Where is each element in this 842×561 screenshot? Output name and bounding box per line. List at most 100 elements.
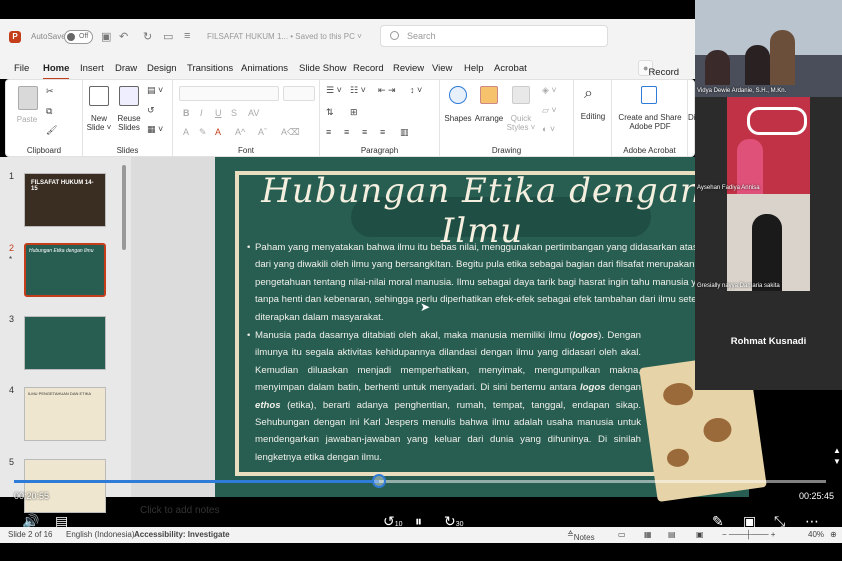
shape-fill-icon[interactable]: ◈ ˅	[542, 85, 557, 96]
cut-icon[interactable]: ✂	[46, 86, 54, 97]
reset-icon[interactable]: ↺	[147, 105, 155, 116]
start-presentation-icon[interactable]: ▭	[163, 30, 173, 43]
layout-icon[interactable]: ▤ ˅	[147, 85, 163, 96]
bold-icon[interactable]: B	[183, 108, 190, 118]
participant-name-1: Vidya Dewie Ardanie, S.H., M.Kn.	[697, 88, 787, 94]
document-title[interactable]: FILSAFAT HUKUM 1... • Saved to this PC ˅	[207, 32, 362, 41]
tab-file[interactable]: File	[14, 63, 29, 74]
tab-help[interactable]: Help	[464, 63, 484, 74]
zoom-level[interactable]: 40%	[808, 530, 824, 539]
participant-video-1[interactable]: Vidya Dewie Ardanie, S.H., M.Kn.	[695, 0, 842, 97]
align-left-icon[interactable]: ≡	[326, 127, 331, 137]
tab-acrobat[interactable]: Acrobat	[494, 63, 527, 74]
slide-bullet-1[interactable]: Paham yang menyatakan bahwa ilmu itu beb…	[247, 239, 733, 326]
animation-star-icon: *	[9, 255, 13, 264]
create-pdf-icon[interactable]	[641, 86, 657, 104]
tab-animations[interactable]: Animations	[241, 63, 288, 74]
find-icon[interactable]: ⌕	[584, 85, 593, 103]
text-direction-icon[interactable]: ⇅	[326, 107, 334, 118]
redo-icon[interactable]: ↻	[143, 30, 152, 43]
bullets-icon[interactable]: ☰ ˅	[326, 85, 342, 96]
editing-button[interactable]: Editing	[574, 112, 612, 121]
video-progress-fill	[14, 480, 380, 483]
zoom-slider[interactable]: − ───┼─── +	[722, 530, 775, 539]
justify-icon[interactable]: ≡	[380, 127, 385, 137]
notes-toggle[interactable]: ≙ Notes	[567, 530, 595, 542]
slide-thumbnail-2[interactable]: Hubungan Etika dengan Ilmu	[24, 243, 106, 297]
slide-thumbnail-4[interactable]: ILMU PENGETAHUAN DAN ETIKA	[24, 387, 106, 441]
save-icon[interactable]: ▣	[101, 30, 111, 43]
clear-format-icon[interactable]: A⌫	[281, 127, 300, 138]
section-icon[interactable]: ▦ ˅	[147, 124, 163, 135]
record-button[interactable]: ● Record	[638, 60, 679, 78]
reuse-slides-icon[interactable]	[119, 86, 139, 106]
ribbon: Paste ✂ ⧉ 🖌 Clipboard New Slide ˅ Reuse …	[5, 79, 696, 158]
font-color-icon[interactable]: A	[215, 127, 221, 137]
increase-font-icon[interactable]: A^	[235, 127, 245, 137]
underline-icon[interactable]: U	[215, 108, 222, 118]
strikethrough-icon[interactable]: S	[231, 108, 237, 118]
new-slide-button[interactable]: New Slide ˅	[83, 114, 115, 132]
create-share-pdf-button[interactable]: Create and Share Adobe PDF	[612, 113, 688, 131]
slideshow-view-icon[interactable]: ▣	[696, 530, 704, 539]
line-spacing-icon[interactable]: ↕ ˅	[410, 85, 422, 95]
slide-thumbnail-3[interactable]	[24, 316, 106, 370]
paste-icon[interactable]	[18, 86, 38, 110]
customize-quick-access-icon[interactable]: ≡	[184, 30, 190, 42]
italic-icon[interactable]: I	[200, 108, 203, 118]
accessibility-status[interactable]: Accessibility: Investigate	[134, 530, 230, 539]
shape-effects-icon[interactable]: ◐ ˅	[542, 124, 555, 134]
columns-icon[interactable]: ▥	[400, 127, 409, 138]
autosave-toggle[interactable]: Off	[64, 30, 93, 44]
arrange-icon[interactable]	[480, 86, 498, 104]
tab-draw[interactable]: Draw	[115, 63, 137, 74]
participant-video-3[interactable]	[727, 194, 810, 291]
reuse-slides-button[interactable]: Reuse Slides	[113, 114, 145, 132]
spacing-icon[interactable]: AV	[248, 108, 259, 118]
slide-thumbnail-1[interactable]: FILSAFAT HUKUM 14-15	[24, 173, 106, 227]
undo-icon[interactable]: ↶	[119, 30, 128, 43]
thumbnail-scrollbar[interactable]	[122, 165, 126, 250]
slide-bullet-2[interactable]: Manusia pada dasarnya ditabiati oleh aka…	[247, 327, 641, 466]
arrange-button[interactable]: Arrange	[472, 114, 506, 123]
tab-record[interactable]: Record	[353, 63, 384, 74]
copy-icon[interactable]: ⧉	[46, 106, 52, 117]
notes-placeholder[interactable]: Click to add notes	[140, 505, 220, 516]
tab-insert[interactable]: Insert	[80, 63, 104, 74]
shape-outline-icon[interactable]: ▱ ˅	[542, 105, 557, 116]
shapes-button[interactable]: Shapes	[441, 114, 475, 123]
decrease-font-icon[interactable]: Aˇ	[258, 127, 267, 137]
new-slide-icon[interactable]	[89, 86, 109, 106]
tab-slide-show[interactable]: Slide Show	[299, 63, 347, 74]
tab-view[interactable]: View	[432, 63, 452, 74]
language-indicator[interactable]: English (Indonesia)	[66, 530, 134, 539]
scroll-down-icon[interactable]: ▼	[833, 457, 841, 466]
shapes-icon[interactable]	[449, 86, 467, 104]
search-input[interactable]: Search	[380, 25, 608, 47]
format-painter-icon[interactable]: 🖌	[46, 125, 57, 136]
align-text-icon[interactable]: ⊞	[350, 107, 358, 118]
quick-styles-button[interactable]: Quick Styles ˅	[504, 114, 538, 132]
fit-to-window-icon[interactable]: ⊕	[830, 530, 837, 539]
paste-label: Paste	[16, 115, 38, 124]
align-center-icon[interactable]: ≡	[344, 127, 349, 137]
quick-styles-icon[interactable]	[512, 86, 530, 104]
tab-design[interactable]: Design	[147, 63, 177, 74]
numbering-icon[interactable]: ☷ ˅	[350, 85, 366, 96]
reading-view-icon[interactable]: ▤	[668, 530, 676, 539]
participant-video-2[interactable]	[727, 97, 810, 194]
font-family-select[interactable]	[179, 86, 279, 101]
font-size-select[interactable]	[283, 86, 315, 101]
slide-sorter-icon[interactable]: ▦	[644, 530, 652, 539]
indent-icon[interactable]: ⇤ ⇥	[378, 85, 396, 96]
text-effects-icon[interactable]: A	[183, 127, 189, 137]
tab-home[interactable]: Home	[43, 63, 70, 80]
status-bar: Slide 2 of 16 English (Indonesia) Access…	[0, 527, 842, 543]
slide-thumbnail-5[interactable]	[24, 459, 106, 513]
tab-review[interactable]: Review	[393, 63, 424, 74]
align-right-icon[interactable]: ≡	[362, 127, 367, 137]
tab-transitions[interactable]: Transitions	[187, 63, 233, 74]
normal-view-icon[interactable]: ▭	[618, 530, 626, 539]
scroll-up-icon[interactable]: ▲	[833, 446, 841, 455]
highlight-icon[interactable]: ✎	[199, 127, 207, 138]
